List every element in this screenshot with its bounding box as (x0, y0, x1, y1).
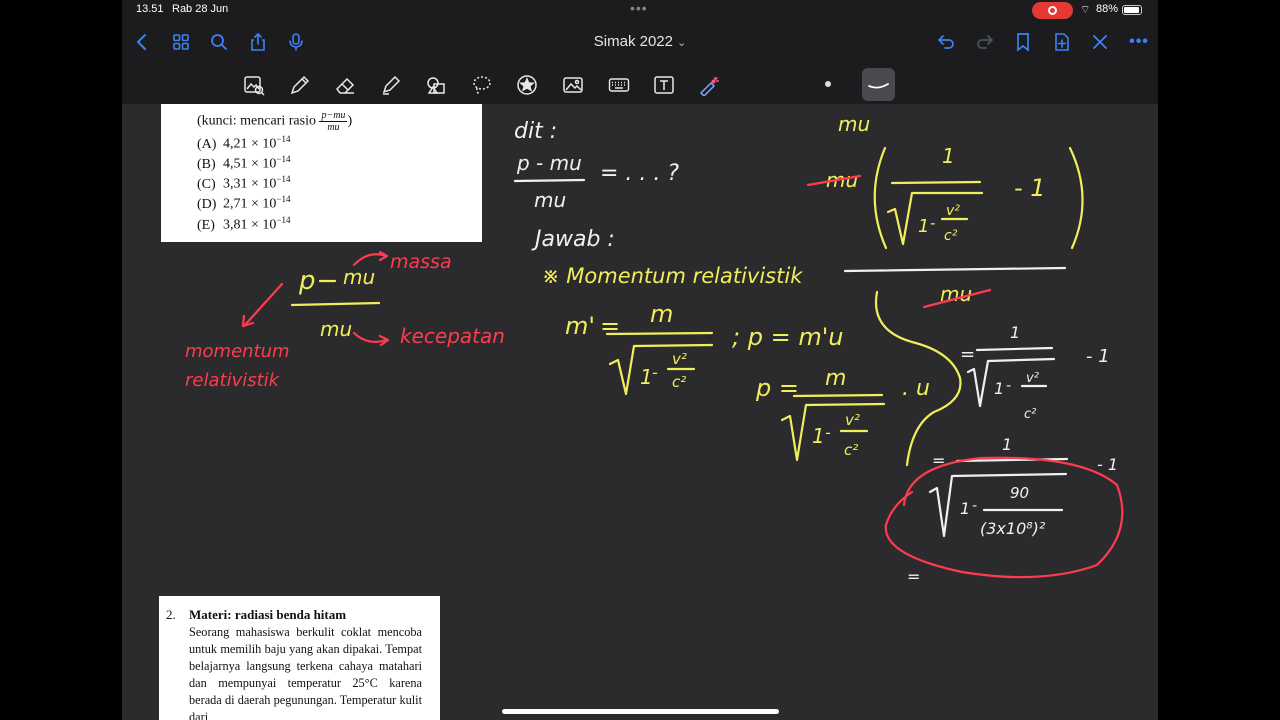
svg-text:c²: c² (1024, 407, 1036, 422)
notes-app-screen: 13.51 Rab 28 Jun ••• ⌔ 88% Simak 2022⌄ (122, 0, 1158, 720)
svg-text:-: - (1006, 378, 1011, 394)
svg-text:v²: v² (845, 411, 860, 429)
p-equals-mv: ; p = m'u (732, 323, 844, 351)
svg-text:m: m (825, 366, 846, 391)
annot-mu-top: mu (343, 265, 375, 289)
svg-text:c²: c² (672, 373, 686, 391)
jawab-label: Jawab : (531, 227, 615, 252)
svg-text:=: = (907, 567, 920, 586)
annot-relativistik: relativistik (185, 370, 281, 391)
svg-text:1: 1 (960, 499, 970, 518)
svg-text:1: 1 (918, 216, 929, 237)
svg-text:-: - (652, 363, 658, 382)
mass-formula: m' = m 1 - v² c² ; p = m'u (565, 300, 844, 396)
dit-denominator: mu (534, 188, 566, 212)
svg-text:1: 1 (942, 144, 955, 168)
annot-mu-bottom: mu (320, 317, 352, 341)
svg-text:1: 1 (640, 365, 653, 389)
svg-text:-: - (972, 498, 977, 514)
svg-text:- 1: - 1 (1097, 455, 1118, 474)
svg-text:v²: v² (1026, 371, 1039, 386)
home-indicator[interactable] (502, 709, 779, 714)
annot-momentum: momentum (185, 341, 290, 362)
momentum-heading: ※ Momentum relativistik (542, 264, 803, 288)
svg-text:-: - (930, 214, 935, 232)
denominator-value: (3x10⁸)² (980, 519, 1046, 538)
dit-section: dit : p - mu mu = . . . ? Jawab : (513, 119, 679, 252)
svg-text:v²: v² (672, 350, 687, 368)
m-numerator: m (650, 300, 673, 328)
minus-one-top: - 1 (1014, 174, 1046, 202)
svg-text:. u: . u (902, 376, 930, 401)
mu-top: mu (838, 112, 870, 136)
svg-text:v²: v² (946, 203, 960, 219)
svg-text:1: 1 (1010, 323, 1020, 342)
dit-numerator: p - mu (516, 151, 582, 175)
svg-text:- 1: - 1 (1086, 346, 1110, 367)
annot-p: p (298, 266, 316, 296)
svg-text:p =: p = (755, 374, 799, 402)
p-formula: p = m 1 - v² c² . u (755, 366, 930, 462)
svg-text:-: - (825, 423, 831, 442)
handwriting-canvas[interactable]: p mu mu massa momentum relativistik kece… (122, 0, 1158, 720)
annotation-p-fraction: p mu mu massa momentum relativistik kece… (185, 250, 505, 391)
svg-text:1: 1 (812, 424, 825, 448)
svg-text:1: 1 (994, 379, 1004, 398)
svg-text:c²: c² (844, 441, 858, 459)
svg-text:=: = (600, 312, 620, 340)
dit-label: dit : (514, 119, 557, 144)
annot-massa: massa (390, 251, 452, 273)
svg-text:1: 1 (1002, 435, 1012, 454)
step-two: = 1 1 - v² c² - 1 (960, 323, 1110, 422)
svg-text:c²: c² (944, 228, 958, 244)
dit-equals: = . . . ? (600, 161, 679, 186)
step-three-circled: = 1 1 - 90 (3x10⁸)² - 1 = (884, 435, 1124, 586)
speed-value: 90 (1010, 484, 1029, 502)
m-prime: m' (565, 312, 595, 340)
svg-text:=: = (960, 344, 975, 365)
annot-kecepatan: kecepatan (400, 324, 505, 348)
